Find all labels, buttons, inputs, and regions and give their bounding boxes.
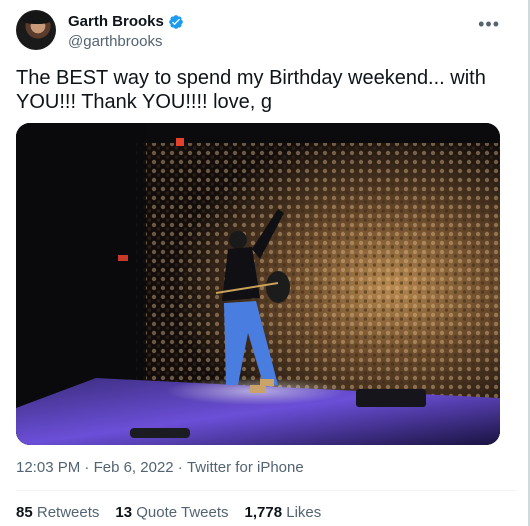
quotes-label: Quote Tweets bbox=[136, 504, 229, 521]
retweets-count: 85 bbox=[16, 504, 33, 521]
tweet-date[interactable]: Feb 6, 2022 bbox=[94, 458, 174, 478]
likes-count: 1,778 bbox=[244, 504, 283, 521]
tweet-source[interactable]: Twitter for iPhone bbox=[187, 458, 304, 478]
meta-separator: · bbox=[173, 459, 187, 476]
retweets-stat[interactable]: 85 Retweets bbox=[16, 503, 99, 523]
meta-separator: · bbox=[80, 459, 94, 476]
tweet-time[interactable]: 12:03 PM bbox=[16, 458, 80, 478]
more-horizontal-icon[interactable]: ••• bbox=[478, 15, 500, 33]
author-name-row[interactable]: Garth Brooks bbox=[68, 13, 184, 31]
tweet-header: Garth Brooks @garthbrooks ••• bbox=[16, 9, 516, 53]
author-handle[interactable]: @garthbrooks bbox=[68, 33, 162, 51]
tweet-stats: 85 Retweets 13 Quote Tweets 1,778 Likes bbox=[16, 503, 321, 523]
tweet-photo[interactable] bbox=[16, 123, 500, 445]
display-name[interactable]: Garth Brooks bbox=[68, 13, 164, 31]
likes-label: Likes bbox=[286, 504, 322, 521]
tweet-text: The BEST way to spend my Birthday weeken… bbox=[16, 67, 486, 113]
quote-tweets-stat[interactable]: 13 Quote Tweets bbox=[115, 503, 228, 523]
concert-photo-image bbox=[16, 123, 500, 445]
avatar[interactable] bbox=[16, 10, 56, 50]
verified-badge-icon bbox=[169, 15, 183, 29]
quotes-count: 13 bbox=[115, 504, 133, 521]
retweets-label: Retweets bbox=[36, 504, 100, 521]
tweet-timestamp[interactable]: 12:03 PM · Feb 6, 2022 · Twitter for iPh… bbox=[16, 458, 304, 478]
likes-stat[interactable]: 1,778 Likes bbox=[245, 503, 322, 523]
divider bbox=[16, 490, 516, 491]
